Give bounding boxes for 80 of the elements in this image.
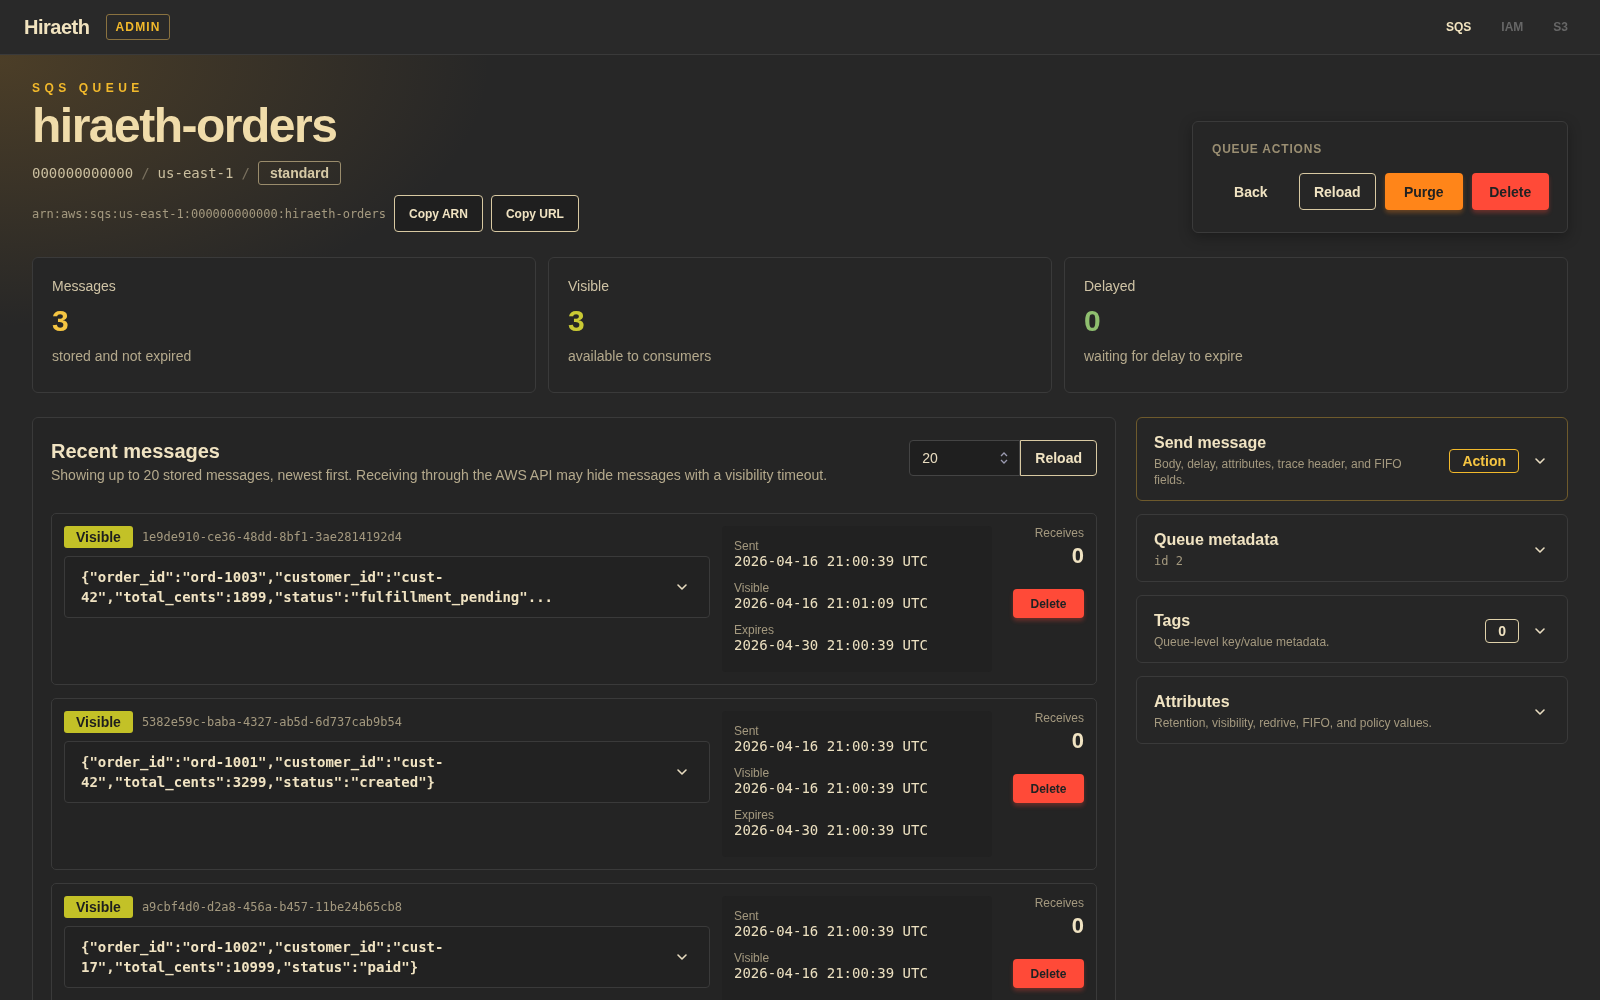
timestamp-value: 2026-04-16 21:00:39 UTC	[734, 780, 929, 796]
message-body[interactable]: {"order_id":"ord-1001","customer_id":"cust-42","total_cents":3299,"status":"created"}	[64, 741, 710, 803]
stat-caption: available to consumers	[568, 348, 713, 364]
reload-button[interactable]: Reload	[1298, 173, 1376, 210]
action-badge: Action	[1449, 449, 1519, 473]
panel-title: QUEUE ACTIONS	[1212, 142, 1323, 156]
timestamp-label: Sent	[734, 724, 760, 738]
stepper-icon[interactable]	[999, 451, 1010, 465]
back-button[interactable]: Back	[1212, 173, 1290, 210]
message-body[interactable]: {"order_id":"ord-1003","customer_id":"cust-42","total_cents":1899,"status":"fulfillment_pending"...	[64, 556, 710, 618]
timestamp-label: Visible	[734, 951, 771, 965]
panel-description: Body, delay, attributes, trace header, and FIFO fields.	[1154, 456, 1403, 488]
panel-title: Queue metadata	[1154, 531, 1280, 549]
account-id: 000000000000	[32, 165, 134, 182]
collapsible-panel[interactable]: Send message Body, delay, attributes, trace header, and FIFO fields. Action	[1136, 417, 1568, 501]
timestamp-label: Expires	[734, 808, 775, 822]
message-id: 1e9de910-ce36-48dd-8bf1-3ae2814192d4	[141, 530, 402, 544]
timestamp-label: Sent	[734, 539, 760, 553]
timestamp-value: 2026-04-16 21:00:39 UTC	[734, 553, 929, 569]
timestamp-label: Visible	[734, 581, 771, 595]
stat-label: Visible	[568, 278, 610, 294]
status-badge: Visible	[64, 896, 133, 918]
delete-button[interactable]: Delete	[1013, 589, 1084, 618]
message-id: a9cbf4d0-d2a8-456a-b457-11be24b65cb8	[141, 900, 402, 914]
nav-tab[interactable]: SQS	[1445, 20, 1472, 34]
receives-count: 0	[1071, 913, 1084, 939]
section-eyebrow: SQS QUEUE	[32, 81, 145, 95]
status-badge: Visible	[64, 711, 133, 733]
stat-caption: stored and not expired	[52, 348, 193, 364]
receives-label: Receives	[1034, 711, 1084, 725]
panel-description: Queue-level key/value metadata.	[1154, 634, 1331, 650]
receives-label: Receives	[1034, 526, 1084, 540]
status-badge: Visible	[64, 526, 133, 548]
collapsible-panel[interactable]: Tags Queue-level key/value metadata. 0	[1136, 595, 1568, 663]
timestamp-value: 2026-04-30 21:00:39 UTC	[734, 822, 929, 838]
stat-caption: waiting for delay to expire	[1084, 348, 1244, 364]
region-label: us-east-1	[157, 165, 234, 182]
timestamp-value: 2026-04-16 21:00:39 UTC	[734, 965, 929, 981]
queue-title: hiraeth-orders	[32, 101, 338, 152]
separator: /	[141, 165, 150, 182]
timestamp-value: 2026-04-16 21:01:09 UTC	[734, 595, 929, 611]
timestamp-value: 2026-04-16 21:00:39 UTC	[734, 738, 929, 754]
stat-label: Delayed	[1084, 278, 1137, 294]
panel-title: Send message	[1154, 434, 1268, 452]
receives-label: Receives	[1034, 896, 1084, 910]
panel-subtitle: Showing up to 20 stored messages, newest first. Receiving through the AWS API may hide messages with a visibility timeout.	[51, 467, 828, 483]
copy-button[interactable]: Copy ARN	[394, 195, 483, 233]
panel-description: Retention, visibility, redrive, FIFO, and policy values.	[1154, 715, 1433, 731]
count-badge: 0	[1485, 619, 1519, 643]
timestamp-label: Sent	[734, 909, 760, 923]
timestamp-label: Visible	[734, 766, 771, 780]
limit-field[interactable]: 20	[909, 440, 1021, 476]
timestamp-label: Expires	[734, 623, 775, 637]
collapsible-panel[interactable]: Queue metadata id 2	[1136, 514, 1568, 582]
message-id: 5382e59c-baba-4327-ab5d-6d737cab9b54	[141, 715, 402, 729]
message-body[interactable]: {"order_id":"ord-1002","customer_id":"cust-17","total_cents":10999,"status":"paid"}	[64, 926, 710, 988]
collapsible-panel[interactable]: Attributes Retention, visibility, redrive, FIFO, and policy values.	[1136, 676, 1568, 744]
admin-badge: ADMIN	[106, 14, 170, 40]
copy-button[interactable]: Copy URL	[490, 195, 579, 233]
panel-title: Recent messages	[51, 440, 221, 463]
receives-count: 0	[1071, 543, 1084, 569]
timestamp-value: 2026-04-16 21:00:39 UTC	[734, 923, 929, 939]
receives-count: 0	[1071, 728, 1084, 754]
panel-description: id 2	[1154, 553, 1184, 569]
timestamp-value: 2026-04-30 21:00:39 UTC	[734, 637, 929, 653]
separator: /	[241, 165, 250, 182]
panel-title: Attributes	[1154, 693, 1231, 711]
stat-label: Messages	[52, 278, 117, 294]
purge-button[interactable]: Purge	[1385, 173, 1463, 210]
delete-button[interactable]: Delete	[1013, 959, 1084, 988]
queue-type-badge: standard	[257, 161, 341, 186]
delete-button[interactable]: Delete	[1471, 173, 1549, 210]
stat-value: 3	[52, 304, 70, 338]
app-logo[interactable]: Hiraeth	[24, 15, 90, 39]
reload-button[interactable]: Reload	[1020, 440, 1097, 476]
stat-value: 0	[1084, 304, 1102, 338]
panel-title: Tags	[1154, 612, 1192, 630]
stat-value: 3	[568, 304, 586, 338]
delete-button[interactable]: Delete	[1013, 774, 1084, 803]
queue-arn: arn:aws:sqs:us-east-1:000000000000:hiraeth-orders	[32, 206, 386, 221]
